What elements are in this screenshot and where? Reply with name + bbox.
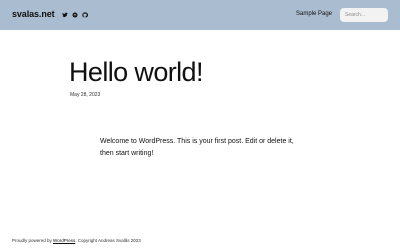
twitter-icon[interactable] [62, 12, 68, 18]
site-header: svalas.net Sample Page [0, 0, 400, 30]
post-title: Hello world! [69, 57, 203, 87]
site-footer: Proudly powered by WordPress. Copyright … [12, 238, 141, 243]
mastodon-icon[interactable] [72, 12, 78, 18]
github-icon[interactable] [82, 12, 88, 18]
search-input[interactable] [340, 8, 388, 22]
footer-copyright: . Copyright Andreas Svalås 2023 [75, 238, 141, 243]
post-content: Welcome to WordPress. This is your first… [100, 138, 294, 157]
post-date: May 28, 2023 [70, 92, 101, 98]
site-title-link[interactable]: svalas.net [12, 9, 55, 19]
footer-prefix: Proudly powered by [12, 238, 54, 243]
page: svalas.net Sample Page Hello world! May … [0, 0, 400, 250]
nav-sample-page[interactable]: Sample Page [296, 11, 332, 17]
social-links [62, 11, 88, 19]
footer-wordpress-link[interactable]: WordPress [53, 238, 75, 243]
